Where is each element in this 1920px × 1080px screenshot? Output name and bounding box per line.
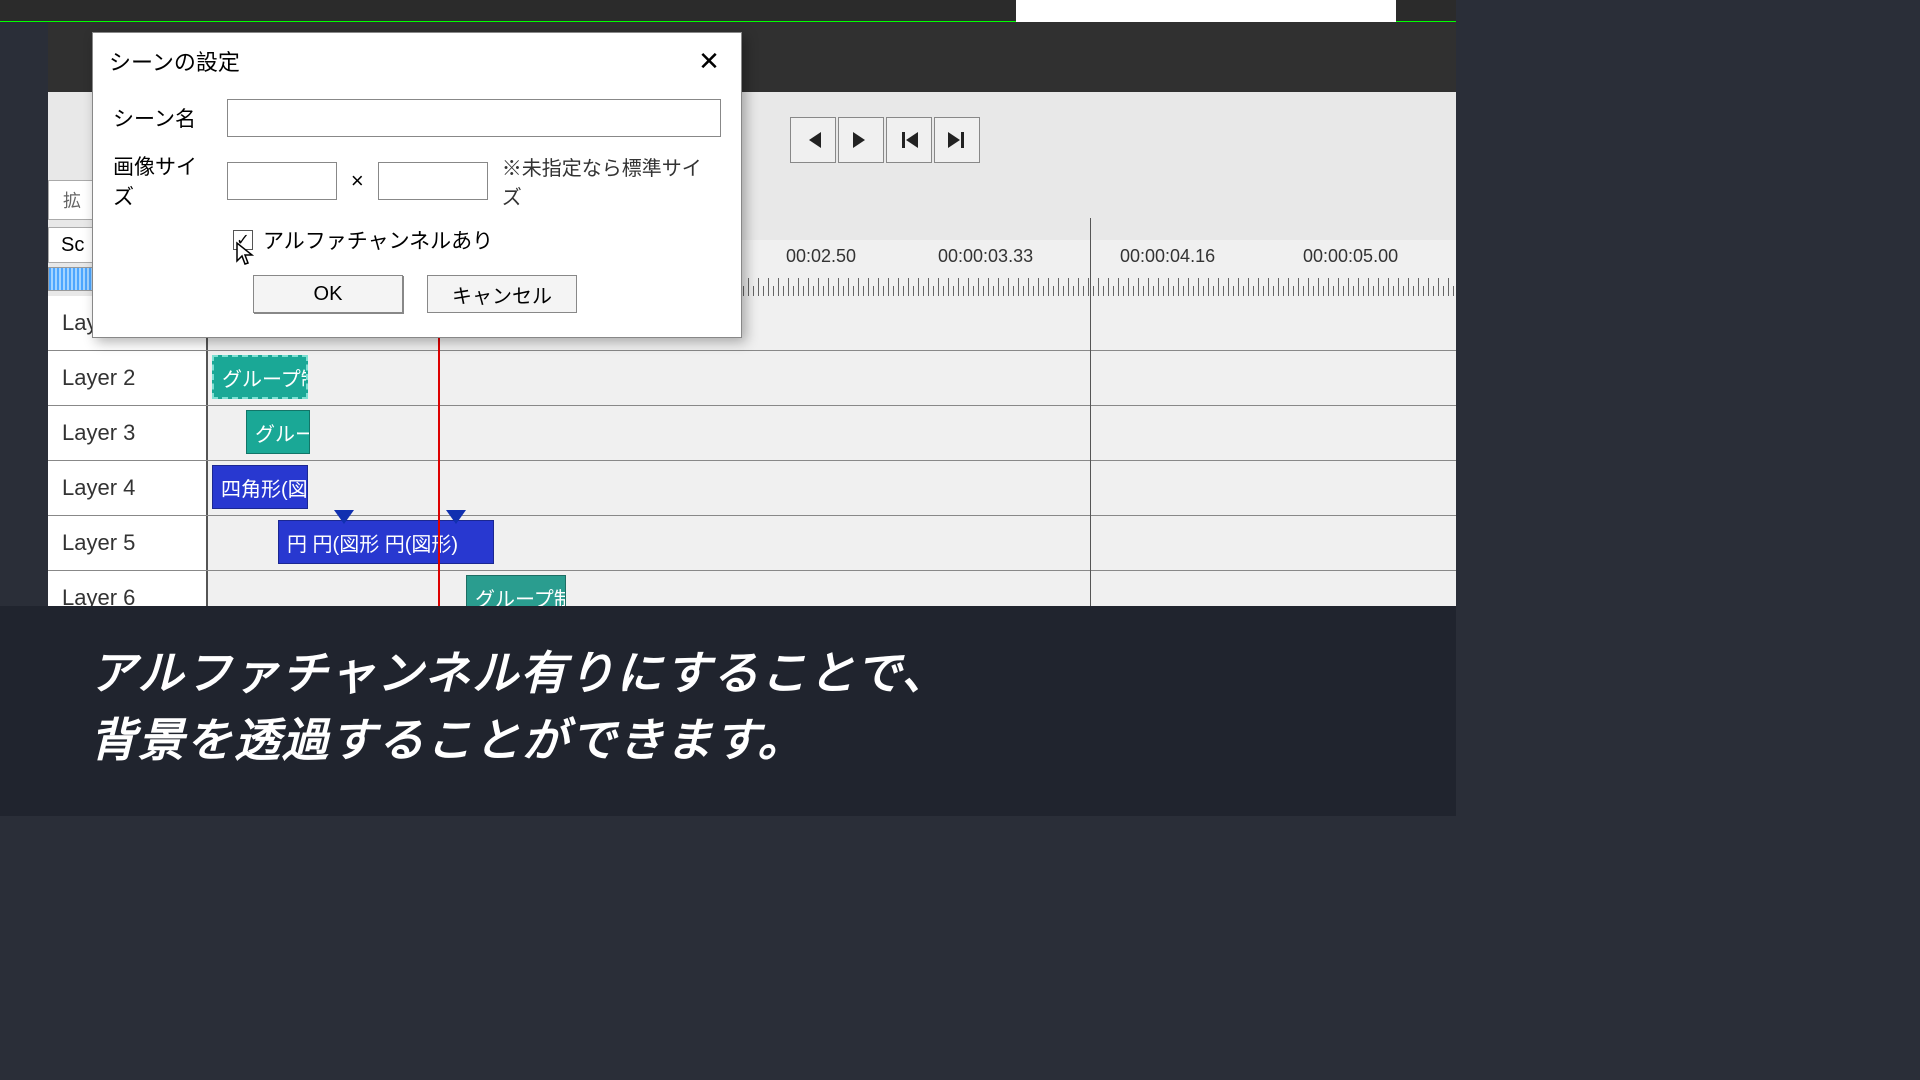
keyframe-icon[interactable] bbox=[334, 510, 354, 524]
layer-track[interactable]: グループ制 bbox=[208, 351, 1456, 405]
caption-line-1: アルファチャンネル有りにすることで、 bbox=[90, 640, 1366, 707]
dialog-titlebar[interactable]: シーンの設定 ✕ bbox=[93, 33, 741, 89]
dialog-title-text: シーンの設定 bbox=[109, 45, 240, 77]
width-input[interactable] bbox=[227, 162, 337, 200]
dialog-body: シーン名 画像サイズ × ※未指定なら標準サイズ ✓ アルファチャンネルあり O… bbox=[93, 89, 741, 337]
clip-rectangle[interactable]: 四角形(図 bbox=[212, 465, 308, 509]
clip-group-control[interactable]: グループ制 bbox=[212, 355, 308, 399]
close-icon[interactable]: ✕ bbox=[693, 45, 725, 77]
time-tick-2: 00:00:04.16 bbox=[1120, 246, 1215, 267]
go-end-button[interactable] bbox=[934, 117, 980, 163]
preview-white-area bbox=[1016, 0, 1396, 22]
layer-label[interactable]: Layer 3 bbox=[48, 406, 208, 460]
prev-frame-button[interactable] bbox=[790, 117, 836, 163]
cancel-button[interactable]: キャンセル bbox=[427, 275, 577, 313]
scene-name-input[interactable] bbox=[227, 99, 721, 137]
playback-controls bbox=[790, 117, 980, 163]
time-tick-3: 00:00:05.00 bbox=[1303, 246, 1398, 267]
layer-label[interactable]: Layer 2 bbox=[48, 351, 208, 405]
alpha-label: アルファチャンネルあり bbox=[263, 225, 493, 255]
layer-row-2: Layer 2 グループ制 bbox=[48, 351, 1456, 406]
next-frame-button[interactable] bbox=[838, 117, 884, 163]
caption-line-2: 背景を透過することができます。 bbox=[90, 707, 1366, 774]
end-marker bbox=[1090, 218, 1091, 606]
clip-circle[interactable]: 円 円(図形 円(図形) bbox=[278, 520, 494, 564]
layer-track[interactable]: 円 円(図形 円(図形) bbox=[208, 516, 1456, 570]
scene-tab[interactable]: Sc bbox=[48, 227, 96, 263]
left-tab[interactable]: 拡 bbox=[48, 180, 96, 220]
size-note: ※未指定なら標準サイズ bbox=[502, 152, 721, 210]
go-start-button[interactable] bbox=[886, 117, 932, 163]
scene-settings-dialog: シーンの設定 ✕ シーン名 画像サイズ × ※未指定なら標準サイズ ✓ アルファ… bbox=[92, 32, 742, 338]
clip-group[interactable]: グルー bbox=[246, 410, 310, 454]
scene-name-label: シーン名 bbox=[113, 103, 213, 133]
layer-track[interactable]: 四角形(図 bbox=[208, 461, 1456, 515]
dialog-buttons: OK キャンセル bbox=[253, 275, 721, 313]
image-size-label: 画像サイズ bbox=[113, 151, 213, 211]
ok-button[interactable]: OK bbox=[253, 275, 403, 313]
time-tick-0: 00:02.50 bbox=[786, 246, 856, 267]
layer-row-4: Layer 4 四角形(図 bbox=[48, 461, 1456, 516]
keyframe-icon[interactable] bbox=[446, 510, 466, 524]
layer-row-3: Layer 3 グルー bbox=[48, 406, 1456, 461]
scene-name-row: シーン名 bbox=[113, 99, 721, 137]
caption-overlay: アルファチャンネル有りにすることで、 背景を透過することができます。 bbox=[0, 606, 1456, 816]
multiply-icon: × bbox=[351, 168, 364, 194]
alpha-row: ✓ アルファチャンネルあり bbox=[233, 225, 721, 255]
layer-label[interactable]: Layer 5 bbox=[48, 516, 208, 570]
height-input[interactable] bbox=[378, 162, 488, 200]
layer-row-5: Layer 5 円 円(図形 円(図形) bbox=[48, 516, 1456, 571]
time-tick-1: 00:00:03.33 bbox=[938, 246, 1033, 267]
image-size-row: 画像サイズ × ※未指定なら標準サイズ bbox=[113, 151, 721, 211]
layer-track[interactable]: グルー bbox=[208, 406, 1456, 460]
layer-label[interactable]: Layer 4 bbox=[48, 461, 208, 515]
